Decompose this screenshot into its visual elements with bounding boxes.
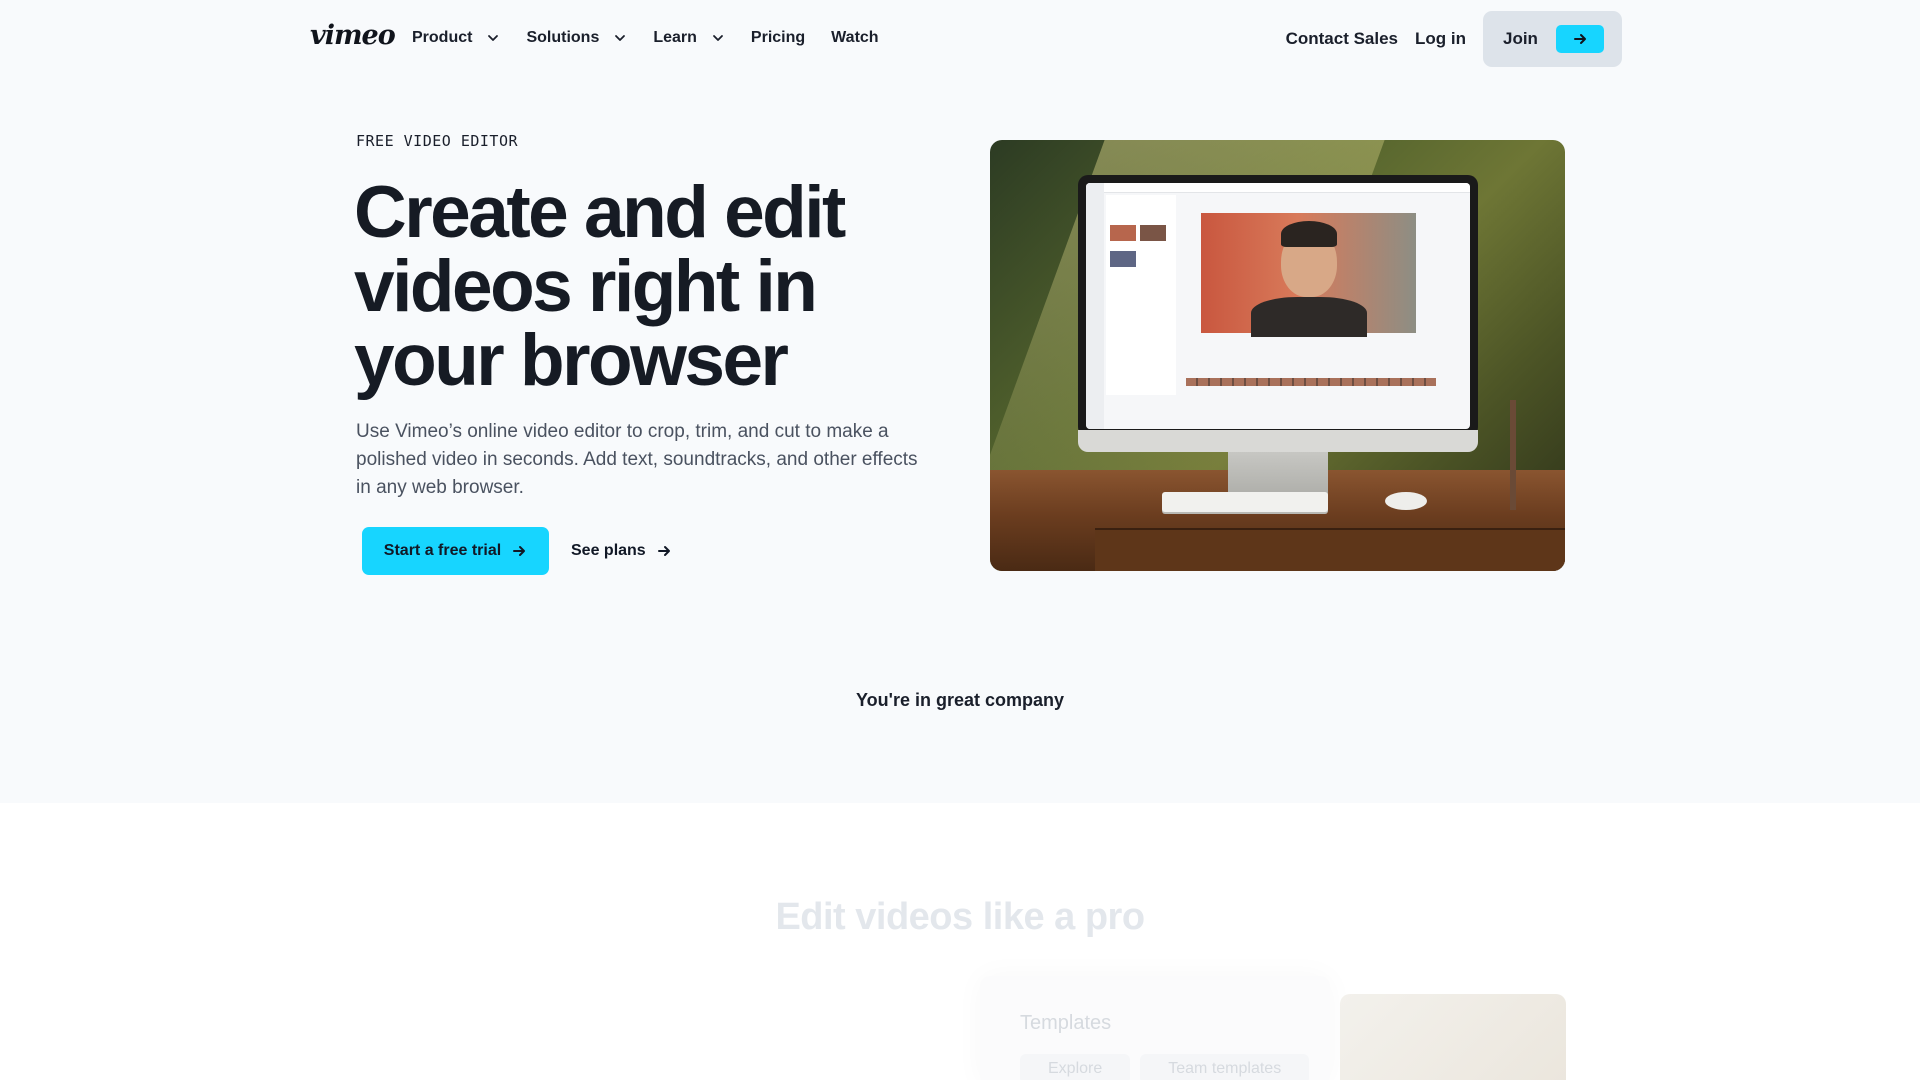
nav-solutions-label: Solutions [526,29,600,46]
arrow-right-icon [1555,25,1604,53]
image-monitor [1078,175,1478,437]
person-hair [1281,221,1337,247]
hero-eyebrow: FREE VIDEO EDITOR [356,132,519,150]
hero-subtext: Use Vimeo’s online video editor to crop,… [356,421,918,498]
nav-solutions[interactable]: Solutions [526,29,627,47]
features-title: Edit videos like a pro [775,896,1145,938]
arrow-right-icon [513,546,526,556]
chevron-down-icon [711,31,725,45]
hero-headline: Create and edit videos right in your bro… [354,172,846,401]
see-plans-label: See plans [571,542,646,559]
media-thumb [1110,251,1136,267]
editor-sidebar [1086,183,1104,429]
editor-timeline [1186,378,1436,386]
nav-actions: Contact Sales Log in Join [1286,11,1622,67]
nav-watch-label: Watch [831,29,879,46]
nav-pricing-label: Pricing [750,29,806,46]
image-lamp [1510,400,1516,510]
nav-product[interactable]: Product [412,29,500,47]
image-editor-screen [1086,183,1470,429]
company-heading: You're in great company [856,690,1064,710]
start-free-trial-button[interactable]: Start a free trial [362,527,549,575]
join-button[interactable]: Join [1483,11,1622,67]
tab-team-templates[interactable]: Team templates [1140,1054,1310,1080]
nav-learn[interactable]: Learn [653,29,725,47]
arrow-right-icon [657,546,670,556]
nav-pricing[interactable]: Pricing [751,29,805,47]
template-preview-image [1340,994,1566,1080]
hero-image [990,140,1565,571]
vimeo-logo[interactable]: vimeo [310,20,396,51]
nav-links: Product Solutions Learn Pricing Watch [412,0,905,76]
image-desk-drawer [1095,528,1565,571]
tab-explore[interactable]: Explore [1020,1054,1131,1080]
templates-tabs: Explore Team templates [1020,1054,1319,1080]
image-mouse [1385,492,1427,510]
media-thumb [1110,225,1136,241]
nav-product-label: Product [412,29,473,46]
contact-sales-link[interactable]: Contact Sales [1286,29,1398,49]
templates-title: Templates [1020,1012,1112,1034]
see-plans-link[interactable]: See plans [571,527,672,575]
hero-section: vimeo Product Solutions Learn Pricing Wa… [0,0,1920,803]
join-button-label: Join [1503,29,1538,48]
chevron-down-icon [486,31,500,45]
editor-media-panel [1106,195,1176,395]
login-link[interactable]: Log in [1415,29,1466,49]
nav-watch[interactable]: Watch [831,29,878,47]
person-body [1251,297,1367,337]
image-keyboard [1162,492,1328,512]
editor-video-preview [1201,213,1416,337]
top-nav: vimeo Product Solutions Learn Pricing Wa… [0,0,1920,76]
templates-card: Templates Explore Team templates [980,976,1330,1080]
image-monitor-chin [1078,430,1478,452]
chevron-down-icon [613,31,627,45]
media-thumb [1140,225,1166,241]
nav-learn-label: Learn [653,29,697,46]
start-free-trial-label: Start a free trial [383,542,502,559]
editor-topbar [1086,183,1470,193]
